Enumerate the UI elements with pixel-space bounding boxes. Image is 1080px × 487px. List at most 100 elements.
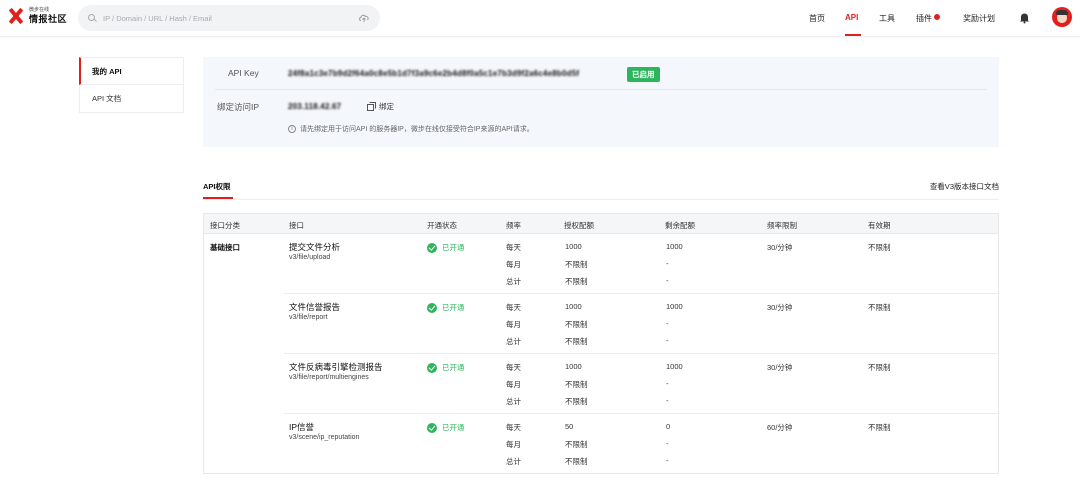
period-label: 总计 (506, 397, 521, 406)
period-label: 每月 (506, 440, 521, 449)
remaining-value: 1000 (666, 242, 683, 251)
quota-value: 不限制 (565, 277, 588, 286)
remaining-value: 1000 (666, 362, 683, 371)
search-bar[interactable] (78, 5, 380, 31)
quota-value: 1000 (565, 242, 582, 251)
logo[interactable]: 微步在线 情报社区 (8, 8, 67, 24)
quota-value: 不限制 (565, 440, 588, 449)
remaining-value: 0 (666, 422, 671, 431)
validity-value: 不限制 (868, 303, 891, 312)
period-label: 每月 (506, 380, 521, 389)
bind-ip-hint: i 请先绑定用于访问API 的服务器IP，微步在线仅接受符合IP来源的API请求… (288, 124, 534, 134)
validity-value: 不限制 (868, 423, 891, 432)
api-key-value[interactable]: 24f8a1c3e7b9d2f64a0c8e5b1d7f3a9c6e2b4d8f… (288, 69, 579, 78)
period-label: 每月 (506, 260, 521, 269)
hint-text: 请先绑定用于访问API 的服务器IP，微步在线仅接受符合IP来源的API请求。 (300, 126, 534, 133)
interface-name: 提交文件分析 (289, 242, 341, 252)
api-key-label: API Key (228, 68, 259, 78)
nav-tools[interactable]: 工具 (879, 13, 895, 24)
col-remaining: 剩余配额 (665, 221, 695, 230)
remaining-value: - (666, 379, 669, 388)
period-label: 总计 (506, 457, 521, 466)
rate-limit-value: 30/分钟 (767, 243, 793, 252)
status-text: 已开通 (442, 423, 465, 432)
tab-api-permissions[interactable]: API权限 (203, 181, 231, 192)
quota-value: 不限制 (565, 260, 588, 269)
search-icon (88, 13, 97, 23)
bell-icon[interactable] (1019, 12, 1030, 24)
remaining-value: - (666, 456, 669, 465)
sidebar-item-my-api[interactable]: 我的 API (79, 57, 184, 85)
nav-rewards[interactable]: 奖励计划 (963, 13, 995, 24)
table-row: 文件信誉报告 v3/file/report 已开通 每天 1000 1000 每月 不限制 - 总… (284, 294, 998, 354)
nav-active-indicator (845, 34, 861, 36)
status-badge: 已启用 (627, 67, 660, 82)
info-icon: i (288, 125, 296, 133)
interface-path: v3/file/report/multiengines (289, 374, 369, 381)
period-label: 每天 (506, 243, 521, 252)
cloud-upload-icon[interactable] (358, 12, 370, 24)
quota-value: 50 (565, 422, 574, 431)
interface-name: 文件信誉报告 (289, 302, 341, 312)
search-input[interactable] (103, 13, 348, 23)
status-cell: 已开通 (427, 242, 465, 253)
logo-subtitle: 微步在线 (29, 7, 50, 13)
category-label: 基础接口 (210, 243, 240, 252)
bound-ip-value: 203.118.42.67 (288, 102, 342, 111)
validity-value: 不限制 (868, 363, 891, 372)
status-text: 已开通 (442, 303, 465, 312)
table-row: 文件反病毒引擎检测报告 v3/file/report/multiengines 已开… (284, 354, 998, 414)
divider (203, 199, 999, 200)
bound-ip-label: 绑定访问IP (217, 102, 260, 112)
status-text: 已开通 (442, 243, 465, 252)
api-permissions-table: 接口分类 接口 开通状态 频率 授权配额 剩余配额 频率限制 有效期 基础接口 … (203, 213, 999, 474)
bind-ip-button[interactable]: 绑定 (367, 101, 394, 112)
v3-docs-link[interactable]: 查看V3版本接口文档 (930, 181, 999, 192)
interface-name: 文件反病毒引擎检测报告 (289, 362, 383, 372)
sidebar: 我的 API API 文档 (79, 57, 184, 113)
period-label: 总计 (506, 277, 521, 286)
period-label: 每月 (506, 320, 521, 329)
api-key-panel: API Key 24f8a1c3e7b9d2f64a0c8e5b1d7f3a9c… (203, 57, 999, 147)
nav-api[interactable]: API (845, 13, 858, 22)
period-label: 每天 (506, 423, 521, 432)
avatar[interactable] (1052, 7, 1072, 27)
check-circle-icon (427, 422, 437, 433)
plugin-badge-icon (934, 14, 940, 20)
col-validity: 有效期 (868, 221, 891, 230)
validity-value: 不限制 (868, 243, 891, 252)
table-row: IP信誉 v3/scene/ip_reputation 已开通 每天 50 0 每月 不限制 -… (284, 414, 998, 474)
period-label: 总计 (506, 337, 521, 346)
remaining-value: 1000 (666, 302, 683, 311)
status-cell: 已开通 (427, 302, 465, 313)
divider (215, 89, 987, 90)
quota-value: 不限制 (565, 320, 588, 329)
rate-limit-value: 30/分钟 (767, 303, 793, 312)
quota-value: 1000 (565, 302, 582, 311)
col-quota: 授权配额 (564, 221, 594, 230)
rate-limit-value: 30/分钟 (767, 363, 793, 372)
check-circle-icon (427, 302, 437, 313)
remaining-value: - (666, 276, 669, 285)
interface-name: IP信誉 (289, 422, 315, 432)
interface-path: v3/file/upload (289, 254, 331, 261)
col-rate-limit: 频率限制 (767, 221, 797, 230)
nav-plugins[interactable]: 插件 (916, 13, 940, 24)
status-cell: 已开通 (427, 422, 465, 433)
remaining-value: - (666, 396, 669, 405)
check-circle-icon (427, 362, 437, 373)
quota-value: 1000 (565, 362, 582, 371)
quota-value: 不限制 (565, 457, 588, 466)
col-category: 接口分类 (210, 221, 240, 230)
table-header: 接口分类 接口 开通状态 频率 授权配额 剩余配额 频率限制 有效期 (204, 214, 998, 234)
remaining-value: - (666, 336, 669, 345)
interface-path: v3/file/report (289, 314, 328, 321)
col-status: 开通状态 (427, 221, 457, 230)
copy-icon (367, 102, 376, 111)
nav-home[interactable]: 首页 (809, 13, 825, 24)
remaining-value: - (666, 259, 669, 268)
check-circle-icon (427, 242, 437, 253)
sidebar-item-api-docs[interactable]: API 文档 (79, 85, 184, 113)
quota-value: 不限制 (565, 337, 588, 346)
nav-plugins-label: 插件 (916, 14, 932, 23)
